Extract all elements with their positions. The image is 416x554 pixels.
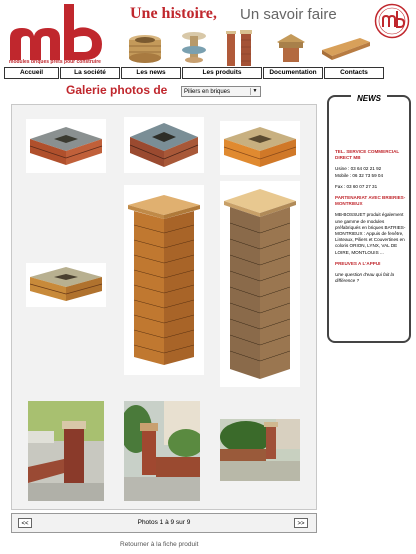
news-panel: NEWS TEL. SERVICE COMMERCIAL DIRECT MB U… bbox=[327, 94, 411, 343]
product-thumb-post[interactable] bbox=[240, 30, 252, 66]
photo-gallery bbox=[11, 104, 317, 510]
gallery-select-value: Piliers en briques bbox=[184, 89, 231, 95]
product-thumb-post-small[interactable] bbox=[226, 30, 236, 66]
product-thumb-column-kit[interactable] bbox=[180, 30, 208, 66]
gallery-photo-4[interactable] bbox=[26, 263, 106, 307]
gallery-photo-8[interactable] bbox=[124, 401, 200, 501]
logo-caption: modules briques prêts pour construire bbox=[9, 59, 101, 65]
news-fax: Fax : 03 60 07 27 31 bbox=[335, 183, 378, 189]
gallery-photo-9[interactable] bbox=[220, 419, 300, 481]
product-thumb-pillar-cap[interactable] bbox=[273, 30, 309, 66]
gallery-photo-6[interactable] bbox=[220, 181, 300, 387]
mb-seal-logo bbox=[374, 3, 410, 39]
main-nav: Accueil La société Les news Les produits… bbox=[4, 67, 386, 79]
nav-contacts[interactable]: Contacts bbox=[324, 67, 384, 79]
gallery-photo-5[interactable] bbox=[124, 185, 204, 375]
product-thumb-coping[interactable] bbox=[320, 30, 372, 66]
product-thumb-well[interactable] bbox=[127, 30, 163, 66]
tagline-sub: Un savoir faire bbox=[240, 6, 337, 23]
next-page-button[interactable]: >> bbox=[294, 518, 308, 528]
gallery-photo-2[interactable] bbox=[124, 117, 204, 173]
news-body: TEL. SERVICE COMMERCIAL DIRECT MB Usine … bbox=[335, 149, 407, 289]
news-partenariat-text: MB-BOSSUET produit également une gamme d… bbox=[335, 212, 406, 255]
nav-la-societe[interactable]: La société bbox=[60, 67, 120, 79]
news-apropos-link[interactable]: Une question d'eau qui fait la différenc… bbox=[335, 272, 394, 283]
pager-info: Photos 1 à 9 sur 9 bbox=[137, 519, 191, 526]
gallery-photo-7[interactable] bbox=[28, 401, 104, 501]
news-service-title: TEL. SERVICE COMMERCIAL DIRECT MB bbox=[335, 149, 400, 161]
nav-accueil[interactable]: Accueil bbox=[4, 67, 59, 79]
news-title: NEWS bbox=[351, 94, 387, 104]
gallery-photo-1[interactable] bbox=[26, 119, 106, 173]
gallery-pager: << Photos 1 à 9 sur 9 >> bbox=[11, 513, 317, 533]
news-partenariat-title: PARTENARIAT AVEC BRIERIES-MONTRIEUX bbox=[335, 195, 406, 207]
gallery-category-select[interactable]: Piliers en briques ▼ bbox=[181, 86, 261, 97]
back-to-product-link[interactable]: Retourner à la fiche produit bbox=[120, 541, 198, 548]
news-apropos-title: PREUVES A L'APPUI bbox=[335, 260, 381, 266]
news-phone-mobile: Mobile : 06 32 73 59 04 bbox=[335, 172, 384, 178]
nav-les-news[interactable]: Les news bbox=[121, 67, 181, 79]
chevron-down-icon: ▼ bbox=[250, 88, 259, 95]
nav-documentation[interactable]: Documentation bbox=[263, 67, 323, 79]
gallery-title: Galerie photos de bbox=[66, 83, 168, 97]
nav-les-produits[interactable]: Les produits bbox=[182, 67, 262, 79]
gallery-photo-3[interactable] bbox=[220, 121, 300, 175]
tagline-main: Une histoire, bbox=[130, 5, 217, 22]
